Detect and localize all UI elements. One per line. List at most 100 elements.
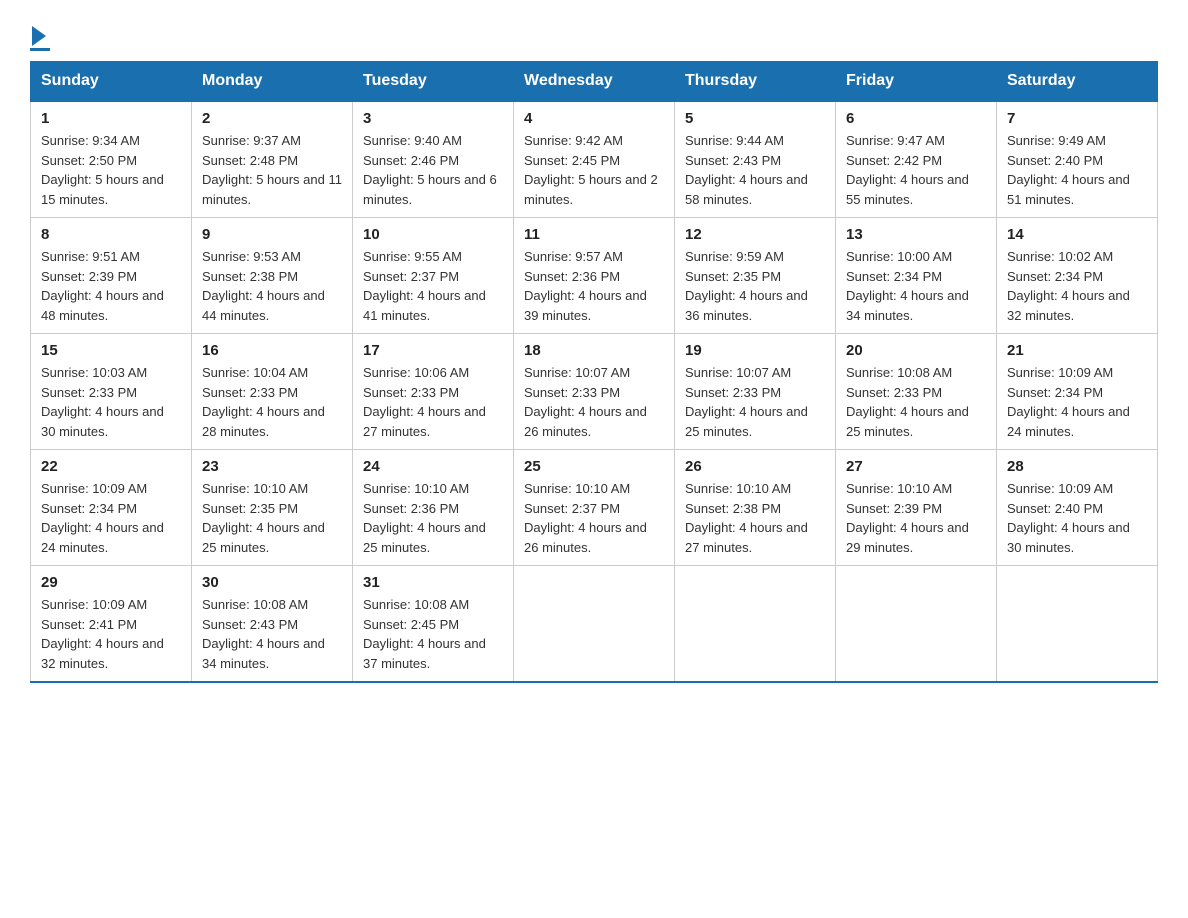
day-number: 3 [363,110,503,127]
calendar-day-cell: 28 Sunrise: 10:09 AMSunset: 2:40 PMDayli… [997,450,1158,566]
day-info: Sunrise: 10:10 AMSunset: 2:37 PMDaylight… [524,481,647,555]
calendar-day-cell: 20 Sunrise: 10:08 AMSunset: 2:33 PMDayli… [836,334,997,450]
weekday-header-friday: Friday [836,62,997,102]
calendar-day-cell: 19 Sunrise: 10:07 AMSunset: 2:33 PMDayli… [675,334,836,450]
day-number: 19 [685,342,825,359]
day-info: Sunrise: 10:10 AMSunset: 2:36 PMDaylight… [363,481,486,555]
calendar-day-cell: 4 Sunrise: 9:42 AMSunset: 2:45 PMDayligh… [514,101,675,218]
day-number: 5 [685,110,825,127]
day-info: Sunrise: 9:53 AMSunset: 2:38 PMDaylight:… [202,249,325,323]
calendar-day-cell: 14 Sunrise: 10:02 AMSunset: 2:34 PMDayli… [997,218,1158,334]
day-number: 21 [1007,342,1147,359]
day-number: 8 [41,226,181,243]
day-number: 30 [202,574,342,591]
calendar-day-cell: 7 Sunrise: 9:49 AMSunset: 2:40 PMDayligh… [997,101,1158,218]
calendar-day-cell: 6 Sunrise: 9:47 AMSunset: 2:42 PMDayligh… [836,101,997,218]
calendar-day-cell: 27 Sunrise: 10:10 AMSunset: 2:39 PMDayli… [836,450,997,566]
day-info: Sunrise: 10:08 AMSunset: 2:33 PMDaylight… [846,365,969,439]
calendar-day-cell: 13 Sunrise: 10:00 AMSunset: 2:34 PMDayli… [836,218,997,334]
day-info: Sunrise: 10:10 AMSunset: 2:38 PMDaylight… [685,481,808,555]
day-number: 9 [202,226,342,243]
day-number: 14 [1007,226,1147,243]
day-info: Sunrise: 9:42 AMSunset: 2:45 PMDaylight:… [524,133,658,207]
calendar-day-cell: 16 Sunrise: 10:04 AMSunset: 2:33 PMDayli… [192,334,353,450]
day-number: 1 [41,110,181,127]
calendar-day-cell: 11 Sunrise: 9:57 AMSunset: 2:36 PMDaylig… [514,218,675,334]
calendar-week-row: 8 Sunrise: 9:51 AMSunset: 2:39 PMDayligh… [31,218,1158,334]
day-number: 18 [524,342,664,359]
calendar-day-cell: 2 Sunrise: 9:37 AMSunset: 2:48 PMDayligh… [192,101,353,218]
day-info: Sunrise: 10:10 AMSunset: 2:39 PMDaylight… [846,481,969,555]
day-number: 20 [846,342,986,359]
calendar-week-row: 15 Sunrise: 10:03 AMSunset: 2:33 PMDayli… [31,334,1158,450]
weekday-header-saturday: Saturday [997,62,1158,102]
calendar-day-cell: 18 Sunrise: 10:07 AMSunset: 2:33 PMDayli… [514,334,675,450]
day-number: 7 [1007,110,1147,127]
calendar-week-row: 22 Sunrise: 10:09 AMSunset: 2:34 PMDayli… [31,450,1158,566]
day-info: Sunrise: 9:57 AMSunset: 2:36 PMDaylight:… [524,249,647,323]
day-number: 25 [524,458,664,475]
day-number: 12 [685,226,825,243]
day-info: Sunrise: 10:09 AMSunset: 2:34 PMDaylight… [41,481,164,555]
calendar-day-cell: 17 Sunrise: 10:06 AMSunset: 2:33 PMDayli… [353,334,514,450]
calendar-day-cell: 21 Sunrise: 10:09 AMSunset: 2:34 PMDayli… [997,334,1158,450]
calendar-day-cell: 29 Sunrise: 10:09 AMSunset: 2:41 PMDayli… [31,566,192,683]
day-number: 15 [41,342,181,359]
calendar-day-cell: 30 Sunrise: 10:08 AMSunset: 2:43 PMDayli… [192,566,353,683]
day-info: Sunrise: 10:03 AMSunset: 2:33 PMDaylight… [41,365,164,439]
calendar-table: SundayMondayTuesdayWednesdayThursdayFrid… [30,61,1158,683]
day-number: 27 [846,458,986,475]
day-number: 11 [524,226,664,243]
day-number: 26 [685,458,825,475]
day-info: Sunrise: 10:04 AMSunset: 2:33 PMDaylight… [202,365,325,439]
day-info: Sunrise: 10:07 AMSunset: 2:33 PMDaylight… [685,365,808,439]
calendar-week-row: 1 Sunrise: 9:34 AMSunset: 2:50 PMDayligh… [31,101,1158,218]
day-number: 23 [202,458,342,475]
day-info: Sunrise: 10:09 AMSunset: 2:40 PMDaylight… [1007,481,1130,555]
calendar-day-cell [997,566,1158,683]
day-info: Sunrise: 9:51 AMSunset: 2:39 PMDaylight:… [41,249,164,323]
day-number: 28 [1007,458,1147,475]
calendar-day-cell: 12 Sunrise: 9:59 AMSunset: 2:35 PMDaylig… [675,218,836,334]
calendar-day-cell: 9 Sunrise: 9:53 AMSunset: 2:38 PMDayligh… [192,218,353,334]
day-number: 16 [202,342,342,359]
day-info: Sunrise: 9:37 AMSunset: 2:48 PMDaylight:… [202,133,342,207]
weekday-header-thursday: Thursday [675,62,836,102]
day-info: Sunrise: 9:34 AMSunset: 2:50 PMDaylight:… [41,133,164,207]
calendar-day-cell: 8 Sunrise: 9:51 AMSunset: 2:39 PMDayligh… [31,218,192,334]
day-info: Sunrise: 9:55 AMSunset: 2:37 PMDaylight:… [363,249,486,323]
day-info: Sunrise: 10:09 AMSunset: 2:34 PMDaylight… [1007,365,1130,439]
calendar-day-cell: 23 Sunrise: 10:10 AMSunset: 2:35 PMDayli… [192,450,353,566]
day-info: Sunrise: 9:59 AMSunset: 2:35 PMDaylight:… [685,249,808,323]
calendar-day-cell: 25 Sunrise: 10:10 AMSunset: 2:37 PMDayli… [514,450,675,566]
logo-underline [30,48,50,51]
weekday-header-monday: Monday [192,62,353,102]
logo [30,20,50,51]
day-number: 13 [846,226,986,243]
day-info: Sunrise: 10:08 AMSunset: 2:45 PMDaylight… [363,597,486,671]
logo-arrow-icon [32,26,46,46]
calendar-week-row: 29 Sunrise: 10:09 AMSunset: 2:41 PMDayli… [31,566,1158,683]
day-info: Sunrise: 10:00 AMSunset: 2:34 PMDaylight… [846,249,969,323]
day-info: Sunrise: 9:49 AMSunset: 2:40 PMDaylight:… [1007,133,1130,207]
day-info: Sunrise: 10:06 AMSunset: 2:33 PMDaylight… [363,365,486,439]
day-number: 29 [41,574,181,591]
day-info: Sunrise: 10:08 AMSunset: 2:43 PMDaylight… [202,597,325,671]
calendar-day-cell [514,566,675,683]
calendar-day-cell [675,566,836,683]
day-info: Sunrise: 9:47 AMSunset: 2:42 PMDaylight:… [846,133,969,207]
day-info: Sunrise: 9:40 AMSunset: 2:46 PMDaylight:… [363,133,497,207]
weekday-header-sunday: Sunday [31,62,192,102]
day-number: 4 [524,110,664,127]
day-info: Sunrise: 10:07 AMSunset: 2:33 PMDaylight… [524,365,647,439]
calendar-day-cell: 22 Sunrise: 10:09 AMSunset: 2:34 PMDayli… [31,450,192,566]
calendar-day-cell: 31 Sunrise: 10:08 AMSunset: 2:45 PMDayli… [353,566,514,683]
calendar-day-cell: 3 Sunrise: 9:40 AMSunset: 2:46 PMDayligh… [353,101,514,218]
day-info: Sunrise: 10:09 AMSunset: 2:41 PMDaylight… [41,597,164,671]
weekday-header-row: SundayMondayTuesdayWednesdayThursdayFrid… [31,62,1158,102]
day-number: 31 [363,574,503,591]
day-number: 10 [363,226,503,243]
day-number: 2 [202,110,342,127]
day-info: Sunrise: 10:02 AMSunset: 2:34 PMDaylight… [1007,249,1130,323]
calendar-day-cell: 15 Sunrise: 10:03 AMSunset: 2:33 PMDayli… [31,334,192,450]
